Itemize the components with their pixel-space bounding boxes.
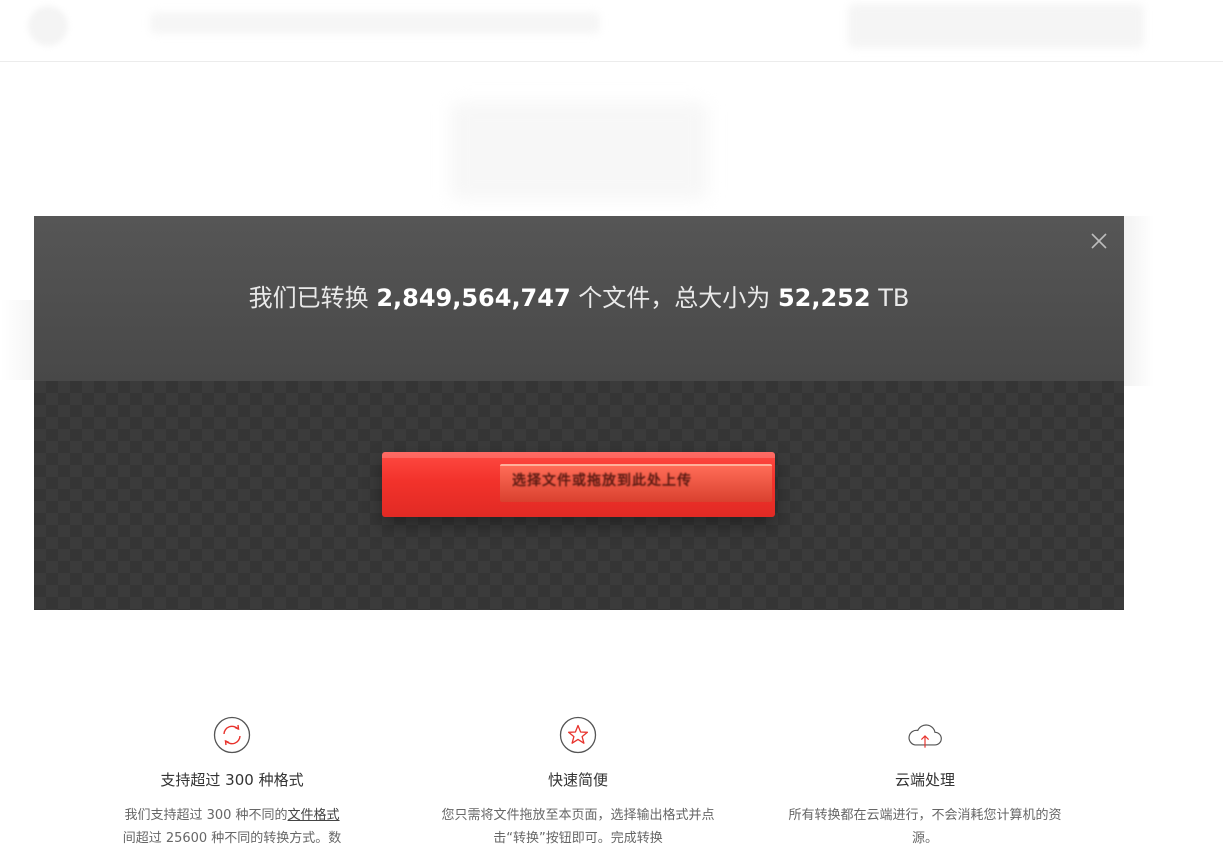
stats-unit: TB [878,284,910,312]
refresh-icon [213,716,251,754]
feature-description: 您只需将文件拖放至本页面，选择输出格式并点击“转换”按钮即可。完成转换 [441,808,715,846]
top-navigation-bar [0,0,1223,62]
conversion-stats: 我们已转换 2,849,564,747 个文件，总大小为 52,252 TB [34,282,1124,314]
panel-shadow [0,300,34,380]
feature-title: 云端处理 [894,771,955,789]
cloud-upload-icon [908,724,942,748]
feature-cloud: 云端处理 所有转换都在云端进行，不会消耗您计算机的资源。 [760,716,1090,850]
feature-description: 所有转换都在云端进行，不会消耗您计算机的资源。 [788,808,1062,846]
converter-header: 我们已转换 2,849,564,747 个文件，总大小为 52,252 TB [34,216,1124,381]
file-formats-link[interactable]: 文件格式 [288,808,340,823]
site-logo[interactable] [28,6,68,46]
stats-middle: 个文件，总大小为 [578,284,771,312]
feature-fast-easy: 快速简便 您只需将文件拖放至本页面，选择输出格式并点击“转换”按钮即可。完成转换 [413,716,743,850]
feature-description: 我们支持超过 300 种不同的文件格式 间超过 25600 种不同的转换方式。数 [122,808,342,846]
close-button[interactable] [1090,232,1108,250]
close-icon [1091,233,1107,249]
panel-shadow [1124,216,1154,386]
stats-file-count: 2,849,564,747 [376,284,571,312]
choose-file-label: 选择文件或拖放到此处上传 [512,466,772,496]
star-icon [559,716,597,754]
choose-file-text: 选择文件或拖放到此处上传 [512,473,692,489]
feature-formats: 支持超过 300 种格式 我们支持超过 300 种不同的文件格式 间超过 256… [67,716,397,850]
account-area-blurred [848,4,1144,48]
choose-file-button[interactable]: 选择文件或拖放到此处上传 [382,452,775,517]
stats-total-size: 52,252 [777,284,871,312]
main-nav-blurred [150,12,600,34]
feature-title: 支持超过 300 种格式 [160,771,304,789]
converter-panel: 我们已转换 2,849,564,747 个文件，总大小为 52,252 TB 选… [34,216,1124,610]
stats-prefix: 我们已转换 [248,284,369,312]
hero-heading-blurred [450,102,708,200]
feature-title: 快速简便 [547,771,608,789]
